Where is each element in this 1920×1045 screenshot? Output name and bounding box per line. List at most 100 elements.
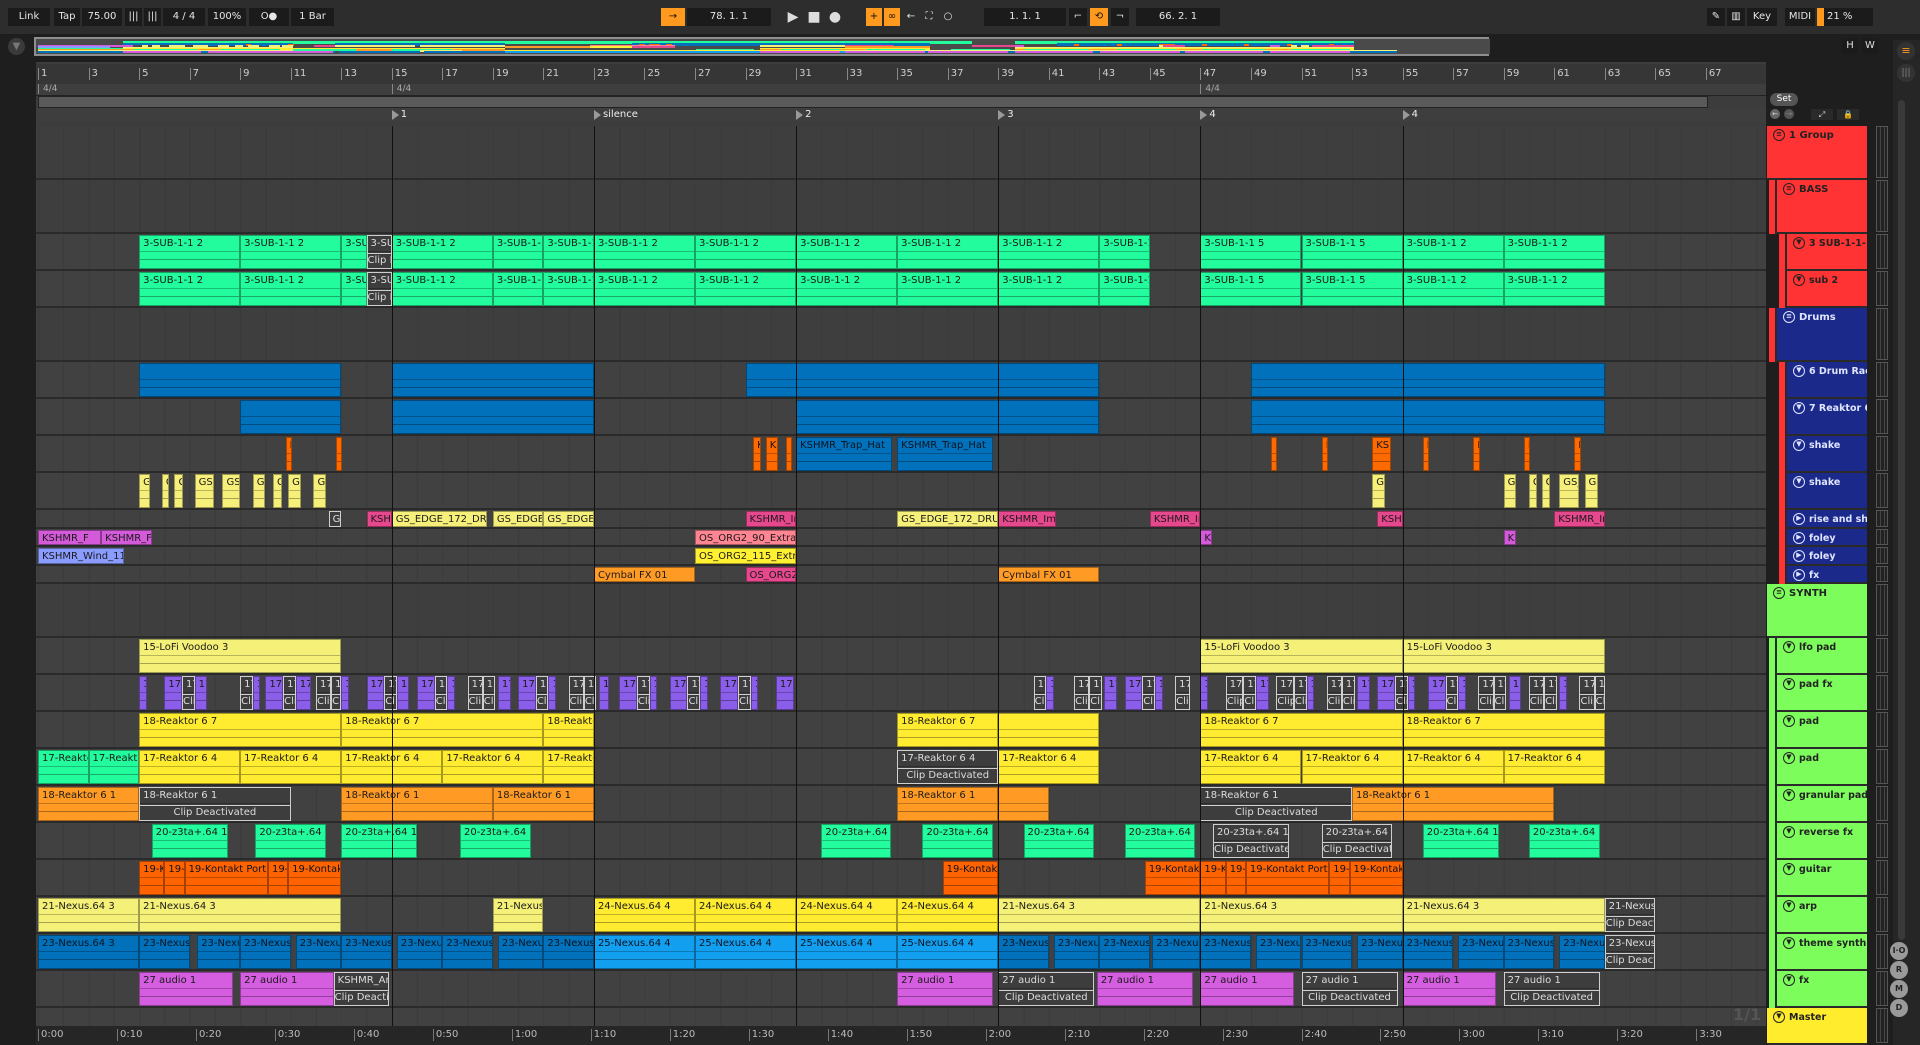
draw-mode-icon[interactable]: ✎ [1707, 8, 1725, 26]
clip[interactable]: 20-z3ta+.64 1 [255, 824, 327, 858]
time-signature-marker[interactable]: 4/4 [1200, 84, 1220, 94]
capture-icon[interactable]: ⛶ [921, 8, 937, 26]
clip[interactable]: 23-Nexus.64 3 [38, 935, 140, 969]
clip[interactable] [240, 400, 342, 434]
locator-4[interactable]: 4 [1402, 109, 1418, 121]
clip[interactable]: 17 [366, 676, 385, 710]
clip[interactable]: 17Clip Deactivated [1341, 676, 1355, 710]
clip[interactable]: GS [139, 474, 151, 508]
menu-icon[interactable]: ≡ [1897, 42, 1915, 60]
clip[interactable] [998, 713, 1100, 747]
clip[interactable]: G [1541, 474, 1551, 508]
clip[interactable]: 3-SUB-1-1 5 [1200, 235, 1302, 269]
clip[interactable]: 3-SUB-1-1 2 [1503, 272, 1605, 306]
computer-keyboard-icon[interactable]: ▥ [1727, 8, 1745, 26]
clip[interactable]: 23-Nexus. [998, 935, 1049, 969]
track-lane[interactable] [36, 180, 1766, 234]
record-icon[interactable]: ● [827, 8, 843, 26]
clip[interactable]: 3-SUB-1-1 [543, 272, 594, 306]
clip[interactable]: G [161, 474, 170, 508]
clip[interactable]: GS [288, 474, 301, 508]
clip[interactable]: 3-SUB-1-1 2 [240, 272, 342, 306]
clip[interactable]: 27 audio 1 [1402, 972, 1497, 1006]
time-signature-field[interactable]: 4 / 4 [163, 8, 205, 26]
clip[interactable]: 23-Nexus. [139, 935, 190, 969]
midi-map-button[interactable]: MIDI [1785, 8, 1815, 26]
fold-track-icon[interactable]: ▼ [1793, 476, 1805, 488]
clip[interactable]: 3-SUB-1-1 2 [998, 235, 1100, 269]
clip[interactable]: 25-Nexus.64 4 [695, 935, 797, 969]
clip[interactable]: KSHMR_Trap_Hat [796, 437, 893, 471]
expand-track-icon[interactable]: ▶ [1793, 568, 1805, 581]
clip[interactable]: 3-SUB-1-1 2 [139, 272, 241, 306]
clip[interactable]: G [273, 474, 282, 508]
clip[interactable]: 27 audio 1 Clip Deactivated [1503, 972, 1600, 1006]
clip[interactable]: KSHMR [366, 511, 392, 527]
expand-icon[interactable]: ⤢ [1811, 109, 1833, 120]
clip[interactable]: K [1523, 437, 1531, 471]
clip[interactable]: 17 [518, 676, 536, 710]
clip[interactable]: 20-z3ta+.64 1 [821, 824, 891, 858]
session-record-icon[interactable]: ○ [940, 8, 956, 26]
clip[interactable]: 17 [1124, 676, 1143, 710]
clip[interactable]: 23-Nexu [1559, 935, 1605, 969]
clip[interactable]: 17Clip Deactivated [1033, 676, 1047, 710]
clip[interactable]: 18-Reaktor 6 1 [1352, 787, 1555, 821]
clip[interactable]: 23-Nexus.Clip Deactivated [1604, 935, 1656, 969]
clip[interactable]: GS_ [1559, 474, 1580, 508]
clip[interactable]: K [336, 437, 343, 471]
clip[interactable]: 17 [669, 676, 688, 710]
clip[interactable]: KSHMR_F [38, 529, 102, 545]
clip[interactable]: 27 audio 1 [139, 972, 233, 1006]
clip[interactable]: 17 [1357, 676, 1370, 710]
clip[interactable]: 3-SUClip Deactivated [366, 272, 392, 306]
fit-height-button[interactable]: H [1842, 38, 1858, 54]
clip[interactable]: 18-Reaktor 6 1 [897, 787, 999, 821]
clip[interactable]: 17Clip Deactivated [1528, 676, 1545, 710]
clip[interactable]: K [285, 437, 292, 471]
track-header-drums[interactable]: ≡ Drums [1777, 308, 1867, 362]
clip[interactable]: 3-SUB-1-1 2 [695, 235, 797, 269]
loop-brace[interactable] [38, 96, 1708, 108]
clip[interactable]: KSHMR_Im [1149, 511, 1201, 527]
clip[interactable]: 3-SUB-1-1 2 [240, 235, 342, 269]
fold-track-icon[interactable]: ▼ [1783, 974, 1795, 986]
clip[interactable]: 17Clip Deactivated [182, 676, 195, 710]
clip[interactable]: 17-Reaktor 6 4 [1503, 750, 1605, 784]
clip[interactable]: 27 audio 1 [897, 972, 994, 1006]
clip[interactable]: 17Clip Deactivated [1276, 676, 1294, 710]
clip[interactable]: 21-Nexus.64 3 [998, 898, 1201, 932]
clip[interactable]: 17 [775, 676, 794, 710]
clip[interactable]: GS_EDGE [492, 511, 544, 527]
clip[interactable]: 3-SUB-1-1 5 [1301, 272, 1403, 306]
clip[interactable]: 23-Nexu [1256, 935, 1302, 969]
track-header-fx[interactable]: ▶ fx [1787, 565, 1867, 584]
delay-toggle-button[interactable]: D [1890, 999, 1908, 1017]
clip[interactable]: 17-Reaktor 6 4 [240, 750, 342, 784]
clip[interactable]: GS [328, 511, 342, 527]
clip[interactable]: 17Clip Deactivated [1579, 676, 1595, 710]
track-header-granular-pad[interactable]: ▼ granular pad [1777, 786, 1867, 823]
clip[interactable]: 17 [265, 676, 284, 710]
clip[interactable]: 23-Nexu [1357, 935, 1403, 969]
clip[interactable]: KSHMR_Imp [998, 511, 1057, 527]
mixer-icon[interactable]: ||| [1897, 64, 1915, 82]
track-header-3-sub-1-1-[interactable]: ▼ 3 SUB-1-1- [1787, 234, 1867, 271]
clip[interactable]: KS [1503, 529, 1517, 545]
clip[interactable]: 19- [267, 861, 289, 895]
clip[interactable]: 3-SUB-1-1 2 [1503, 235, 1605, 269]
clip[interactable]: 17Clip Deactivated [1544, 676, 1557, 710]
group-fold-icon[interactable]: ≡ [1783, 183, 1795, 195]
clip[interactable]: 3-SUB-1-1 2 [139, 235, 241, 269]
fold-track-icon[interactable]: ▼ [1783, 678, 1795, 690]
clip[interactable]: KSHI [1377, 511, 1403, 527]
clip[interactable]: GS_EDGE_ [543, 511, 594, 527]
next-locator-icon[interactable]: → [1784, 109, 1794, 119]
clip[interactable]: 20-z3ta+.64 1 [922, 824, 994, 858]
clip[interactable]: 3-SUB-1-1 5 [1301, 235, 1403, 269]
clip[interactable]: 18-Reaktor 6 1 Clip Deactivated [139, 787, 291, 821]
clip[interactable]: 20-z3ta+.64 1 (Clip Deactivated [1213, 824, 1289, 858]
clip[interactable]: 20-z3ta+.64 1 [1528, 824, 1600, 858]
clip[interactable]: 20-z3ta+.64 1 [1124, 824, 1196, 858]
clip[interactable]: K [1473, 437, 1480, 471]
